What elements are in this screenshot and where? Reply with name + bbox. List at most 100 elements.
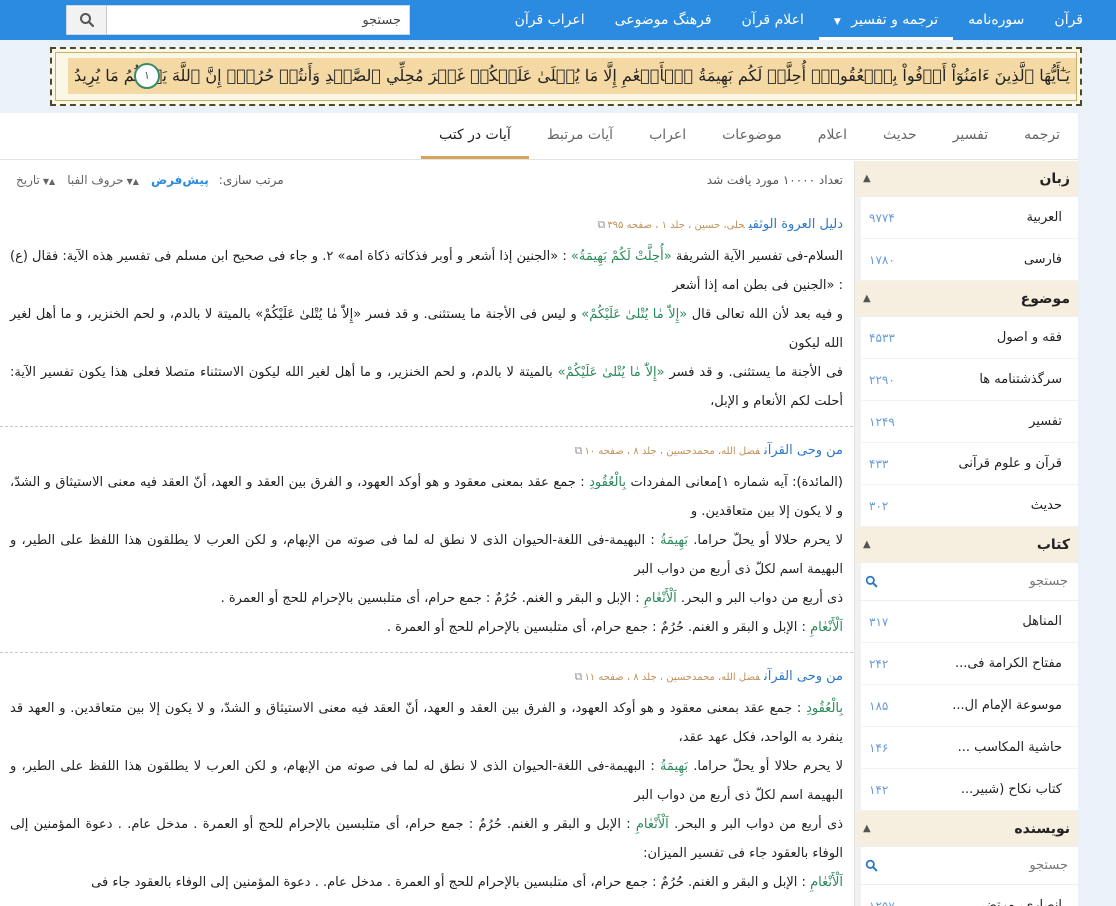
search-icon[interactable] — [865, 575, 878, 588]
results-list: دلیل العروة الوثقی حلی، حسین ، جلد ۱ ، صف… — [0, 201, 853, 906]
filter-item-label: سرگذشتنامه ها — [979, 372, 1062, 387]
filter-item-count: ۲۲۹۰ — [869, 372, 895, 387]
result-book-title[interactable]: من وحی القرآن — [764, 443, 843, 458]
top-search-button[interactable] — [67, 6, 107, 34]
filter-book-item[interactable]: مفتاح الكرامة فی... ۲۴۲ — [855, 643, 1078, 685]
excerpt-text: ذی أربع من دواب البر و البحر. — [676, 591, 843, 606]
sort-label: مرتب سازی: — [218, 173, 284, 187]
result-item: من وحی القرآنفضل الله، محمدحسین ، جلد ۸ … — [0, 653, 853, 906]
excerpt-text: ذی أربع من دواب البر و البحر. — [668, 817, 843, 832]
result-excerpt-line: لا یحرم حلالا أو یحلّ حراما. بَهِيمَةُ :… — [10, 752, 843, 810]
filter-book-item[interactable]: المناهل ۳۱۷ — [855, 601, 1078, 643]
filter-item-label: موسوعة الإمام ال... — [952, 698, 1062, 713]
filter-item-label: حاشیة المكاسب ... — [957, 740, 1062, 755]
filter-item-count: ۱۴۲ — [869, 782, 889, 797]
filter-author-title: نویسنده — [1014, 820, 1070, 837]
tab-topics[interactable]: موضوعات — [704, 113, 800, 159]
nav-item-quran-grammar[interactable]: اعراب قرآن — [500, 0, 600, 40]
filter-topic-item[interactable]: فقه و اصول ۴۵۳۳ — [855, 317, 1078, 359]
tab-names[interactable]: اعلام — [800, 113, 865, 159]
filter-book-header[interactable]: کتاب ▲ — [855, 527, 1078, 563]
top-search-input[interactable] — [107, 6, 409, 34]
filter-item-count: ۱۲۵۷ — [869, 898, 895, 906]
filter-item-count: ۱۴۶ — [869, 740, 889, 755]
quran-quote: بَهِيمَةُ — [659, 533, 688, 548]
nav-item-quran-names[interactable]: اعلام قرآن — [727, 0, 819, 40]
external-link-icon[interactable]: ⧉ — [597, 218, 605, 231]
filter-book-item[interactable]: حاشیة المكاسب ... ۱۴۶ — [855, 727, 1078, 769]
tab-grammar[interactable]: اعراب — [631, 113, 704, 159]
filter-language-item[interactable]: العربیة ۹۷۷۴ — [855, 197, 1078, 239]
filter-book-title: کتاب — [1036, 536, 1070, 553]
result-book-meta: فضل الله، محمدحسین ، جلد ۸ ، صفحه ۱۱ — [584, 672, 761, 683]
top-navbar: قرآن سوره‌نامه ترجمه و تفسیر ▼ اعلام قرآ… — [0, 0, 1116, 40]
external-link-icon[interactable]: ⧉ — [575, 670, 583, 683]
filter-topic-item[interactable]: حدیث ۳۰۲ — [855, 485, 1078, 527]
filter-item-count: ۳۱۷ — [869, 614, 889, 629]
sort-option-default[interactable]: پیش‌فرض — [151, 173, 209, 187]
sort-updown-icon: ▲▼ — [42, 177, 56, 186]
nav-links: قرآن سوره‌نامه ترجمه و تفسیر ▼ اعلام قرآ… — [500, 0, 1098, 40]
sort-option-alphabetical-label: حروف الفبا — [67, 173, 124, 187]
filter-item-label: كتاب نكاح (شبیر... — [960, 782, 1062, 797]
excerpt-text: : الإبل و البقر و الغنم. حُرُمٌ : جمع حر… — [91, 875, 811, 890]
result-book-title[interactable]: دلیل العروة الوثقی — [749, 217, 843, 232]
nav-item-translation-tafsir-label: ترجمه و تفسیر — [851, 12, 939, 28]
sort-option-date[interactable]: ▲▼تاریخ — [16, 173, 55, 187]
quran-quote: اَلْأَنْعٰامِ — [810, 875, 843, 890]
tab-translation[interactable]: ترجمه — [1006, 113, 1078, 159]
tab-related-verses[interactable]: آیات مرتبط — [529, 113, 631, 159]
filter-topic-item[interactable]: سرگذشتنامه ها ۲۲۹۰ — [855, 359, 1078, 401]
filter-book-search-input[interactable] — [878, 574, 1068, 589]
results-sort-bar: تعداد ۱۰۰۰۰ مورد یافت شد مرتب سازی: پیش‌… — [0, 161, 853, 201]
sort-option-alphabetical[interactable]: ▲▼حروف الفبا — [67, 173, 139, 187]
filter-item-count: ۴۵۳۳ — [869, 330, 895, 345]
filter-author-search-input[interactable] — [878, 858, 1068, 873]
result-item: من وحی القرآنفضل الله، محمدحسین ، جلد ۸ … — [0, 427, 853, 653]
filter-author-item[interactable]: انصاری، مرتضی ... ۱۲۵۷ — [855, 885, 1078, 906]
result-book-meta: حلی، حسین ، جلد ۱ ، صفحه ۳۹۵ — [607, 220, 745, 231]
tab-tafsir[interactable]: تفسیر — [935, 113, 1006, 159]
chevron-down-icon: ▼ — [833, 17, 841, 27]
filter-book-item[interactable]: موسوعة الإمام ال... ۱۸۵ — [855, 685, 1078, 727]
filter-language-header[interactable]: زبان ▲ — [855, 161, 1078, 197]
filter-book-search — [855, 563, 1078, 601]
nav-item-surah-nameh[interactable]: سوره‌نامه — [953, 0, 1039, 40]
result-header: من وحی القرآنفضل الله، محمدحسین ، جلد ۸ … — [10, 665, 843, 690]
result-excerpt-line: اَلْأَنْعٰامِ : الإبل و البقر و الغنم. ح… — [10, 613, 843, 642]
result-book-title[interactable]: من وحی القرآن — [764, 669, 843, 684]
filter-language: زبان ▲ العربیة ۹۷۷۴ فارسی ۱۷۸۰ — [855, 161, 1078, 281]
excerpt-text: لا یحرم حلالا أو یحلّ حراما. — [687, 533, 843, 548]
search-icon[interactable] — [865, 859, 878, 872]
filter-topic-item[interactable]: تفسیر ۱۲۴۹ — [855, 401, 1078, 443]
nav-item-quran[interactable]: قرآن — [1039, 0, 1098, 40]
chevron-up-icon: ▲ — [863, 539, 871, 550]
filter-book-item[interactable]: كتاب نكاح (شبیر... ۱۴۲ — [855, 769, 1078, 811]
filter-topic-items: فقه و اصول ۴۵۳۳ سرگذشتنامه ها ۲۲۹۰ تفسیر ۱۲۴۹… — [855, 317, 1078, 527]
results-panel: تعداد ۱۰۰۰۰ مورد یافت شد مرتب سازی: پیش‌… — [0, 161, 853, 906]
result-excerpt-line: (المائدة): آیه شماره ١]معانی المفردات بِ… — [10, 468, 843, 526]
result-excerpt-line: اَلْأَنْعٰامِ : الإبل و البقر و الغنم. ح… — [10, 868, 843, 897]
nav-item-topic-dictionary[interactable]: فرهنگ موضوعی — [600, 0, 727, 40]
filter-item-label: فقه و اصول — [996, 330, 1062, 345]
external-link-icon[interactable]: ⧉ — [575, 444, 583, 457]
tab-verses-in-books[interactable]: آیات در کتب — [420, 113, 529, 159]
quran-quote: اَلْأَنْعٰامِ — [635, 817, 669, 832]
result-excerpt-line: لا یحرم حلالا أو یحلّ حراما. بَهِيمَةُ :… — [10, 526, 843, 584]
result-excerpt: بِالْعُقُودِ : جمع عقد بمعنى معقود و هو … — [10, 694, 843, 897]
result-book-meta: فضل الله، محمدحسین ، جلد ۸ ، صفحه ۱۰ — [584, 446, 761, 457]
nav-item-translation-tafsir[interactable]: ترجمه و تفسیر ▼ — [818, 0, 954, 40]
filter-topic-item[interactable]: قرآن و علوم قرآنی ۴۳۳ — [855, 443, 1078, 485]
quran-quote: اَلْأَنْعٰامِ — [643, 591, 677, 606]
filter-item-label: فارسی — [1023, 252, 1062, 267]
filter-language-item[interactable]: فارسی ۱۷۸۰ — [855, 239, 1078, 281]
result-excerpt: السلام-فی تفسیر الآیة الشریفة «أُحِلَّتْ… — [10, 242, 843, 416]
result-excerpt-line: فی الأجنة ما یستثنی. و قد فسر «إِلاّٰ مٰ… — [10, 358, 843, 416]
filter-item-label: قرآن و علوم قرآنی — [958, 456, 1063, 471]
filter-author-header[interactable]: نویسنده ▲ — [855, 811, 1078, 847]
result-excerpt-line: ذی أربع من دواب البر و البحر. اَلْأَنْعٰ… — [10, 584, 843, 613]
result-excerpt-line: ذی أربع من دواب البر و البحر. اَلْأَنْعٰ… — [10, 810, 843, 868]
filter-topic-title: موضوع — [1020, 290, 1070, 307]
tab-hadith[interactable]: حدیث — [865, 113, 935, 159]
filter-topic-header[interactable]: موضوع ▲ — [855, 281, 1078, 317]
